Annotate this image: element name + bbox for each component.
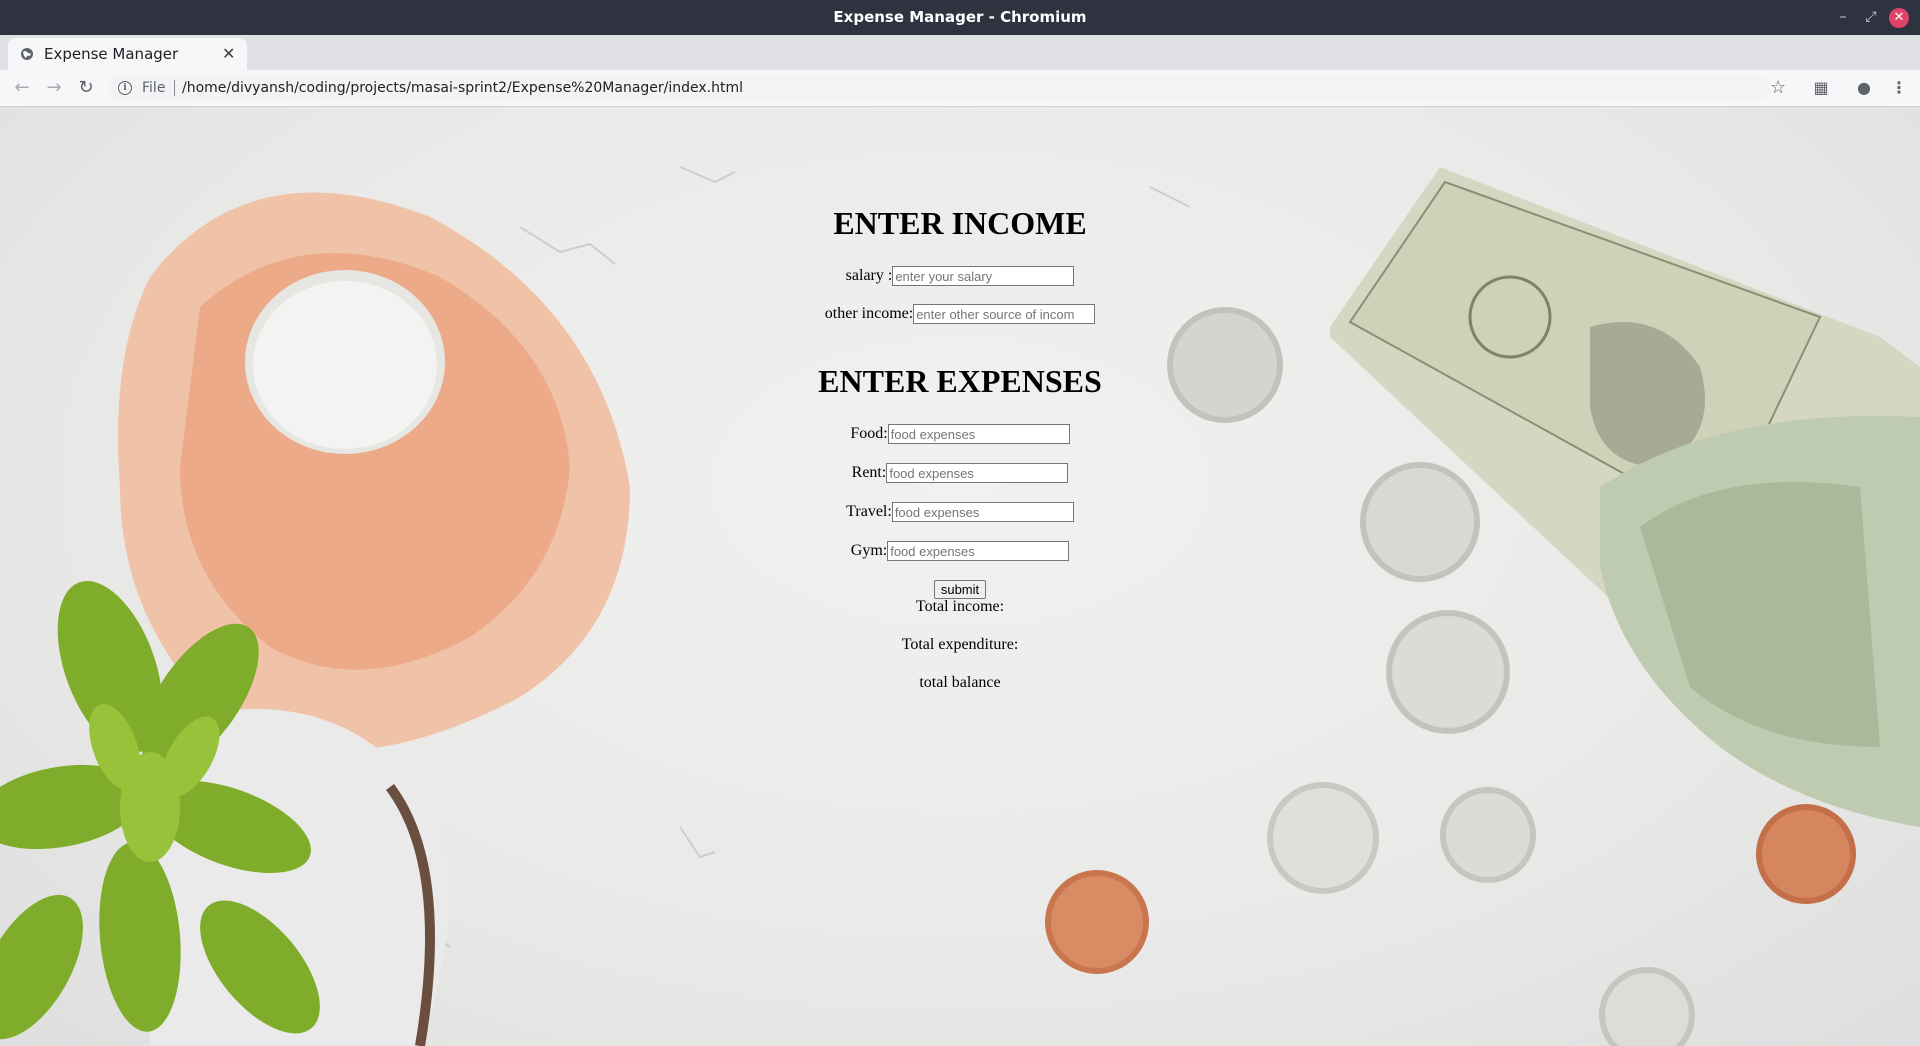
arrow-right-icon[interactable]: →	[42, 70, 66, 106]
maximize-icon[interactable]: ⤢	[1858, 0, 1884, 35]
food-label: Food:	[850, 425, 888, 442]
globe-icon	[21, 48, 33, 60]
reload-icon[interactable]: ↻	[74, 70, 98, 106]
browser-toolbar: ← → ↻ i File /home/divyansh/coding/proje…	[0, 70, 1920, 107]
salary-label: salary :	[845, 267, 893, 284]
tab-strip: Expense Manager ✕ +	[0, 35, 1920, 100]
background-photo	[0, 166, 1920, 1046]
close-icon[interactable]: ✕	[1889, 8, 1909, 28]
gym-label: Gym:	[850, 542, 888, 559]
tab-title: Expense Manager	[44, 45, 179, 63]
window-title: Expense Manager - Chromium	[833, 8, 1087, 26]
other-income-label: other income:	[824, 305, 914, 322]
expenses-heading: ENTER EXPENSES	[818, 363, 1102, 399]
gym-input[interactable]	[887, 541, 1070, 562]
tab-expense-manager[interactable]: Expense Manager ✕	[8, 38, 247, 70]
salary-input[interactable]	[892, 266, 1075, 287]
submit-button[interactable]: submit	[933, 580, 987, 599]
travel-label: Travel:	[846, 503, 892, 520]
other-income-row: other income:	[0, 303, 1920, 325]
address-bar[interactable]: i File /home/divyansh/coding/projects/ma…	[108, 74, 1770, 102]
tab-close-icon[interactable]: ✕	[222, 38, 235, 70]
profile-icon[interactable]: ●	[1853, 70, 1875, 106]
other-income-input[interactable]	[913, 304, 1096, 325]
scheme-divider	[174, 80, 175, 96]
extension-icon[interactable]: ▦	[1810, 70, 1832, 106]
total-income: Total income:	[915, 598, 1005, 615]
url-text[interactable]: /home/divyansh/coding/projects/masai-spr…	[182, 74, 743, 102]
income-heading: ENTER INCOME	[833, 205, 1087, 241]
rent-row: Rent:	[0, 462, 1920, 484]
star-icon[interactable]: ☆	[1770, 70, 1786, 106]
gym-row: Gym:	[0, 540, 1920, 562]
url-scheme: File	[142, 80, 166, 96]
page-viewport: ENTER INCOME salary : other income: ENTE…	[0, 107, 1920, 1046]
arrow-left-icon[interactable]: ←	[10, 70, 34, 106]
info-icon[interactable]: i	[118, 81, 132, 95]
food-row: Food:	[0, 423, 1920, 445]
rent-label: Rent:	[851, 464, 887, 481]
total-balance: total balance	[919, 674, 1001, 691]
window-titlebar: Expense Manager - Chromium – ⤢ ✕	[0, 0, 1920, 35]
food-input[interactable]	[887, 424, 1070, 445]
kebab-menu-icon[interactable]: ⋮	[1888, 70, 1910, 106]
travel-input[interactable]	[891, 502, 1074, 523]
minimize-icon[interactable]: –	[1830, 0, 1856, 35]
travel-row: Travel:	[0, 501, 1920, 523]
total-expenditure: Total expenditure:	[901, 636, 1019, 653]
salary-row: salary :	[0, 265, 1920, 287]
rent-input[interactable]	[886, 463, 1069, 484]
